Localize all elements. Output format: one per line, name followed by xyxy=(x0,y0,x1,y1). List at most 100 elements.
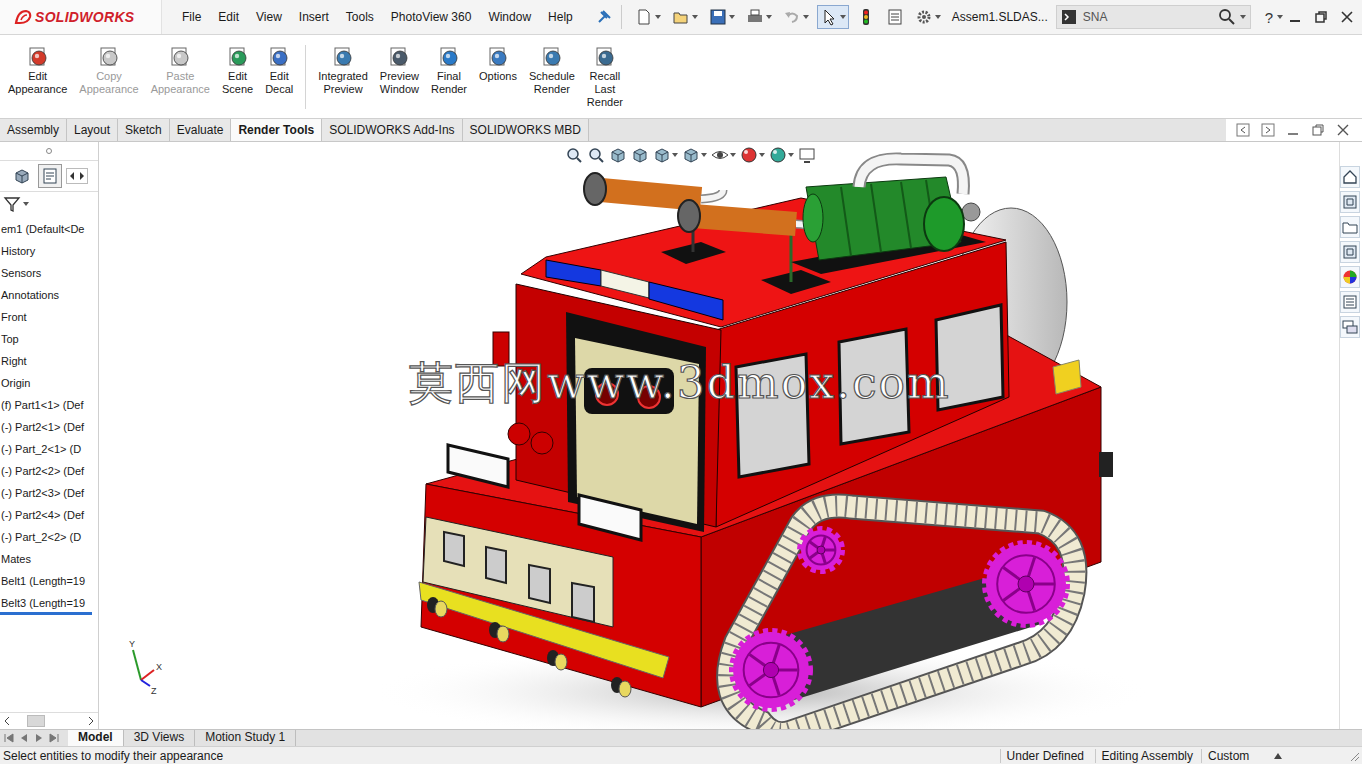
home-tab[interactable] xyxy=(1340,166,1360,188)
help-button[interactable]: ? xyxy=(1265,9,1283,26)
next-window-icon[interactable] xyxy=(1261,123,1275,137)
menu-item[interactable]: Tools xyxy=(346,10,374,24)
caret-up-icon[interactable] xyxy=(1274,753,1282,759)
tab[interactable]: Render Tools xyxy=(231,119,322,141)
save-button[interactable] xyxy=(706,5,738,29)
previous-view-button[interactable] xyxy=(609,146,627,164)
menu-item[interactable]: Window xyxy=(488,10,531,24)
parts-tab[interactable] xyxy=(1340,191,1360,213)
bottom-tab[interactable]: 3D Views xyxy=(124,730,195,746)
hide-show-button[interactable] xyxy=(711,146,736,164)
status-field[interactable]: Under Defined xyxy=(1000,749,1095,763)
tab[interactable]: Sketch xyxy=(118,119,170,141)
scene-button[interactable] xyxy=(769,146,794,164)
zoom-fit-button[interactable] xyxy=(565,146,583,164)
ribbon-button[interactable]: Paste Appearance xyxy=(145,45,216,96)
close-icon[interactable] xyxy=(1340,10,1354,24)
tree-item[interactable]: Origin xyxy=(0,372,98,394)
arrow-right-icon[interactable] xyxy=(87,716,95,726)
search-icon[interactable] xyxy=(1218,8,1236,26)
status-field[interactable]: Editing Assembly xyxy=(1095,749,1201,763)
new-document-button[interactable] xyxy=(632,5,664,29)
forum-tab[interactable] xyxy=(1340,316,1360,338)
ribbon-button[interactable]: Copy Appearance xyxy=(73,45,144,96)
properties-tab[interactable] xyxy=(1340,291,1360,313)
tree-item[interactable]: Right xyxy=(0,350,98,372)
close-icon[interactable] xyxy=(1336,123,1350,137)
tree-item[interactable]: Top xyxy=(0,328,98,350)
ribbon-button[interactable]: Recall Last Render xyxy=(581,45,629,109)
panel-tab-scroller[interactable] xyxy=(66,168,88,184)
arrow-left-icon[interactable] xyxy=(3,716,11,726)
ribbon-button[interactable]: Final Render xyxy=(425,45,473,96)
next-tab-icon[interactable] xyxy=(32,732,46,744)
previous-tab-icon[interactable] xyxy=(17,732,31,744)
rebuild-button[interactable] xyxy=(854,5,878,29)
previous-window-icon[interactable] xyxy=(1236,123,1250,137)
folder-tab[interactable] xyxy=(1340,216,1360,238)
minimize-icon[interactable] xyxy=(1288,10,1302,24)
ribbon-button[interactable]: Options xyxy=(473,45,523,83)
tree-item[interactable]: em1 (Default<De xyxy=(0,218,98,240)
first-tab-icon[interactable] xyxy=(2,732,16,744)
feature-manager-tab[interactable] xyxy=(10,164,34,188)
tab[interactable]: SOLIDWORKS Add-Ins xyxy=(322,119,462,141)
select-button[interactable] xyxy=(817,5,849,29)
resize-grip-icon[interactable] xyxy=(1348,750,1360,762)
menu-item[interactable]: File xyxy=(182,10,201,24)
tree-item[interactable]: Belt1 (Length=19 xyxy=(0,570,98,592)
ribbon-button[interactable]: Edit Scene xyxy=(216,45,259,96)
tree-item[interactable]: (-) Part2<3> (Def xyxy=(0,482,98,504)
panel-grip[interactable] xyxy=(0,142,98,161)
tab[interactable]: Evaluate xyxy=(170,119,232,141)
restore-icon[interactable] xyxy=(1311,123,1325,137)
appearances-tab[interactable] xyxy=(1340,266,1360,288)
ribbon-button[interactable]: Edit Decal xyxy=(259,45,299,96)
app-logo[interactable]: SOLIDWORKS xyxy=(0,0,162,34)
undo-button[interactable] xyxy=(780,5,812,29)
view-palette-tab[interactable] xyxy=(1340,241,1360,263)
tree-item[interactable]: Sensors xyxy=(0,262,98,284)
print-button[interactable] xyxy=(743,5,775,29)
tree-filter[interactable] xyxy=(0,192,98,216)
scroll-thumb[interactable] xyxy=(27,715,45,727)
search-box[interactable] xyxy=(1056,5,1251,29)
section-view-button[interactable] xyxy=(631,146,649,164)
ribbon-button[interactable]: Schedule Render xyxy=(523,45,581,96)
search-input[interactable] xyxy=(1081,9,1214,25)
bottom-tab[interactable]: Motion Study 1 xyxy=(195,730,296,746)
menu-item[interactable]: Insert xyxy=(299,10,329,24)
display-style-button[interactable] xyxy=(682,146,707,164)
options-button[interactable] xyxy=(912,5,944,29)
menu-item[interactable]: Edit xyxy=(218,10,239,24)
open-button[interactable] xyxy=(669,5,701,29)
tree-item[interactable]: History xyxy=(0,240,98,262)
pin-icon[interactable] xyxy=(597,10,611,24)
view-settings-button[interactable] xyxy=(798,146,816,164)
last-tab-icon[interactable] xyxy=(47,732,61,744)
tree-item[interactable]: (-) Part2<1> (Def xyxy=(0,416,98,438)
tab[interactable]: Layout xyxy=(67,119,118,141)
menu-item[interactable]: Help xyxy=(548,10,573,24)
tree-item[interactable]: Mates xyxy=(0,548,98,570)
restore-icon[interactable] xyxy=(1314,10,1328,24)
bottom-tab[interactable]: Model xyxy=(68,730,124,746)
graphics-area[interactable]: YXZ莫西网www.3dmox.com xyxy=(99,142,1339,729)
menu-item[interactable]: PhotoView 360 xyxy=(391,10,472,24)
status-field[interactable]: Custom xyxy=(1201,749,1274,763)
tree-item[interactable]: (-) Part_2<1> (D xyxy=(0,438,98,460)
ribbon-button[interactable]: Integrated Preview xyxy=(312,45,374,96)
minimize-icon[interactable] xyxy=(1286,123,1300,137)
tree-item[interactable]: (-) Part2<2> (Def xyxy=(0,460,98,482)
appearance-button[interactable] xyxy=(740,146,765,164)
tree-item[interactable]: Annotations xyxy=(0,284,98,306)
view-orientation-button[interactable] xyxy=(653,146,678,164)
fire-truck-model[interactable]: YXZ xyxy=(99,142,1339,729)
ribbon-button[interactable]: Preview Window xyxy=(374,45,425,96)
tree-item[interactable]: Front xyxy=(0,306,98,328)
tree-item[interactable]: (f) Part1<1> (Def xyxy=(0,394,98,416)
zoom-area-button[interactable] xyxy=(587,146,605,164)
dropdown-caret-icon[interactable] xyxy=(1240,15,1246,19)
property-manager-tab[interactable] xyxy=(38,164,62,188)
file-properties-button[interactable] xyxy=(883,5,907,29)
